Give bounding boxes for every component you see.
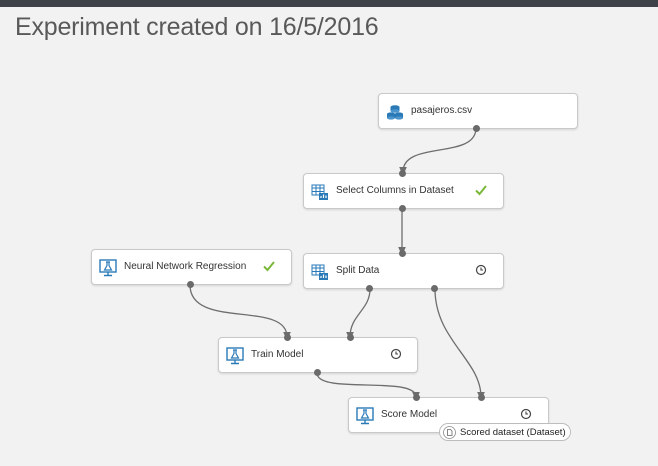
output-port-select-columns[interactable] xyxy=(399,205,406,212)
module-label: Neural Network Regression xyxy=(124,261,247,272)
model-icon xyxy=(99,259,117,277)
table-icon xyxy=(311,264,328,280)
input-port-split-data[interactable] xyxy=(399,250,406,257)
module-label: pasajeros.csv xyxy=(411,105,473,116)
edge-neural-to-train xyxy=(189,284,291,341)
module-train-model[interactable]: Train Model xyxy=(218,337,418,373)
input-port-train-model-1[interactable] xyxy=(284,334,291,341)
output-port-split-data-2[interactable] xyxy=(431,285,438,292)
edge-split-to-score xyxy=(434,288,485,401)
model-icon xyxy=(356,407,374,425)
connections-layer xyxy=(189,127,485,401)
model-icon xyxy=(226,347,244,365)
module-pasajeros-csv[interactable]: pasajeros.csv xyxy=(378,93,578,129)
module-label: Score Model xyxy=(381,409,438,420)
module-label: Select Columns in Dataset xyxy=(336,185,454,196)
check-icon xyxy=(263,261,275,272)
dataset-icon xyxy=(387,105,403,120)
output-port-tooltip: Scored dataset (Dataset) xyxy=(439,423,571,441)
clock-icon xyxy=(390,348,402,360)
module-select-columns[interactable]: Select Columns in Dataset xyxy=(303,173,504,209)
edge-split-to-train xyxy=(346,288,371,341)
edge-pasajeros-to-select xyxy=(399,127,477,176)
module-split-data[interactable]: Split Data xyxy=(303,253,504,289)
output-port-split-data-1[interactable] xyxy=(366,285,373,292)
clock-icon xyxy=(520,408,532,420)
output-port-pasajeros[interactable] xyxy=(473,125,480,132)
output-port-neural-network[interactable] xyxy=(187,281,194,288)
check-icon xyxy=(475,185,487,196)
input-port-select-columns[interactable] xyxy=(399,170,406,177)
input-port-score-model-2[interactable] xyxy=(478,394,485,401)
module-label: Split Data xyxy=(336,265,380,276)
tooltip-text: Scored dataset (Dataset) xyxy=(460,427,566,438)
input-port-score-model-1[interactable] xyxy=(413,394,420,401)
table-icon xyxy=(311,184,328,200)
document-icon xyxy=(443,426,456,439)
output-port-train-model[interactable] xyxy=(314,369,321,376)
input-port-train-model-2[interactable] xyxy=(347,334,354,341)
module-neural-network-regression[interactable]: Neural Network Regression xyxy=(91,249,292,285)
module-label: Train Model xyxy=(251,349,304,360)
clock-icon xyxy=(475,264,487,276)
edge-train-to-score xyxy=(316,372,420,401)
